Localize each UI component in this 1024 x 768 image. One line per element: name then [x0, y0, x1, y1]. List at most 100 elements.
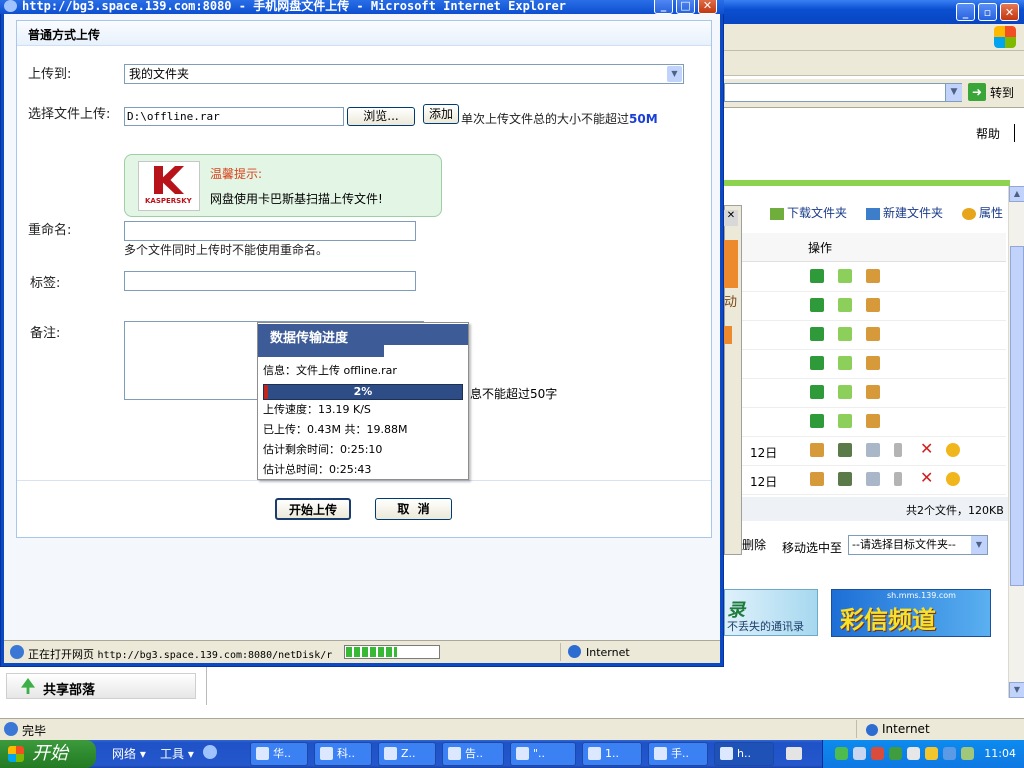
upload-icon[interactable] [838, 414, 852, 428]
scroll-down-arrow[interactable]: ▼ [1009, 682, 1024, 698]
delete-icon[interactable]: ✕ [920, 439, 934, 458]
address-book-banner[interactable]: 录 不丢失的通讯录 [724, 589, 818, 636]
upload-icon[interactable] [838, 327, 852, 341]
scroll-thumb[interactable] [1010, 246, 1024, 586]
move-icon[interactable] [810, 414, 824, 428]
move-icon[interactable] [810, 385, 824, 399]
delete-icon[interactable]: ✕ [920, 468, 934, 487]
green-header-bar [724, 180, 1010, 186]
share-tribe-panel[interactable]: 共享部落 [6, 673, 196, 699]
upload-icon[interactable] [838, 385, 852, 399]
go-arrow-icon[interactable]: ➜ [968, 83, 986, 101]
keyboard-icon[interactable] [786, 747, 802, 760]
minimize-button[interactable]: _ [956, 3, 975, 21]
upload-icon[interactable] [838, 356, 852, 370]
update-icon[interactable] [889, 747, 902, 760]
share-icon[interactable] [866, 327, 880, 341]
table-row [740, 262, 1006, 292]
minimize-button[interactable]: _ [654, 0, 673, 14]
move-icon[interactable] [810, 298, 824, 312]
taskbar-task[interactable]: ".. [510, 742, 576, 766]
chevron-down-icon[interactable]: ▼ [971, 536, 987, 554]
file-date: 12日 [750, 475, 778, 489]
share-icon[interactable] [810, 472, 824, 486]
share-icon[interactable] [866, 414, 880, 428]
help-link[interactable]: 帮助 [976, 125, 1000, 142]
cancel-button[interactable]: 取 消 [375, 498, 452, 520]
shield-icon[interactable] [925, 747, 938, 760]
scroll-up-arrow[interactable]: ▲ [1009, 186, 1024, 202]
rename-input[interactable] [124, 221, 416, 241]
send-icon[interactable] [866, 443, 880, 457]
quick-tools[interactable]: 工具 ▾ [160, 745, 194, 762]
monitor-icon[interactable] [853, 747, 866, 760]
vertical-scrollbar[interactable]: ▲ ▼ [1008, 186, 1024, 698]
uploaded-amount: 已上传：0.43M 共：19.88M [263, 423, 408, 436]
file-path-input[interactable]: D:\offline.rar [124, 107, 344, 126]
close-button[interactable]: ✕ [1000, 3, 1019, 21]
ie-quicklaunch-icon[interactable] [203, 745, 217, 759]
share-icon[interactable] [866, 356, 880, 370]
taskbar-task[interactable]: 告.. [442, 742, 504, 766]
move-to-label: 移动选中至 [782, 541, 843, 555]
delete-button[interactable]: 删除 [742, 536, 766, 553]
tag-input[interactable] [124, 271, 416, 291]
table-row [740, 320, 1006, 350]
share-icon[interactable] [866, 298, 880, 312]
share-icon[interactable] [810, 443, 824, 457]
security-icon[interactable] [871, 747, 884, 760]
move-icon[interactable] [810, 356, 824, 370]
mms-channel-banner[interactable]: sh.mms.139.com 彩信频道 [831, 589, 991, 637]
properties-icon[interactable] [946, 443, 960, 457]
header-notch [384, 345, 468, 357]
browse-button[interactable]: 浏览... [347, 107, 415, 126]
start-button[interactable]: 开始 [0, 740, 96, 768]
network-icon[interactable] [835, 747, 848, 760]
document-icon[interactable] [838, 443, 852, 457]
share-icon[interactable] [866, 385, 880, 399]
taskbar-task[interactable]: 1.. [582, 742, 642, 766]
chevron-down-icon[interactable]: ▼ [945, 84, 962, 101]
maximize-button[interactable]: □ [676, 0, 695, 14]
properties-icon[interactable] [946, 472, 960, 486]
taskbar-task[interactable]: 科.. [314, 742, 372, 766]
volume-icon[interactable] [907, 747, 920, 760]
attach-icon[interactable] [894, 472, 902, 486]
attach-icon[interactable] [894, 443, 902, 457]
document-icon[interactable] [838, 472, 852, 486]
move-icon[interactable] [810, 269, 824, 283]
restore-button[interactable]: ▫ [978, 3, 997, 21]
size-limit-text: 单次上传文件总的大小不能超过 [461, 112, 630, 126]
address-input[interactable] [724, 83, 962, 102]
antivirus-icon[interactable] [961, 747, 974, 760]
taskbar-task-active[interactable]: h.. [714, 742, 774, 766]
new-folder-link[interactable]: 新建文件夹 [866, 204, 943, 221]
move-icon[interactable] [810, 327, 824, 341]
send-icon[interactable] [866, 472, 880, 486]
page-load-progress [344, 645, 440, 659]
taskbar-task[interactable]: Z.. [378, 742, 436, 766]
download-folder-link[interactable]: 下载文件夹 [770, 204, 847, 221]
add-file-button[interactable]: 添加 [423, 104, 459, 124]
banner-title: 彩信频道 [840, 606, 936, 634]
upload-icon[interactable] [838, 269, 852, 283]
start-upload-button[interactable]: 开始上传 [275, 498, 351, 520]
destination-folder-select[interactable]: 我的文件夹 ▼ [124, 64, 684, 84]
taskbar-task[interactable]: 华.. [250, 742, 308, 766]
taskbar-task[interactable]: 手.. [648, 742, 708, 766]
chevron-down-icon[interactable]: ▼ [667, 66, 682, 82]
new-folder-icon [866, 207, 880, 220]
status-url: http://bg3.space.139.com:8080/netDisk/r [97, 650, 333, 661]
upload-icon[interactable] [838, 298, 852, 312]
target-folder-select[interactable]: --请选择目标文件夹-- ▼ [848, 535, 988, 555]
share-icon[interactable] [866, 269, 880, 283]
tag-label: 标签: [30, 276, 61, 291]
system-tray: 11:04 [822, 740, 1024, 768]
go-button-label[interactable]: 转到 [990, 84, 1014, 101]
task-label: 告.. [465, 747, 483, 760]
messenger-icon[interactable] [943, 747, 956, 760]
properties-link[interactable]: 属性 [962, 204, 1003, 221]
quick-network[interactable]: 网络 ▾ [112, 745, 146, 762]
close-button[interactable]: ✕ [698, 0, 717, 14]
close-icon[interactable]: ✕ [724, 210, 738, 226]
